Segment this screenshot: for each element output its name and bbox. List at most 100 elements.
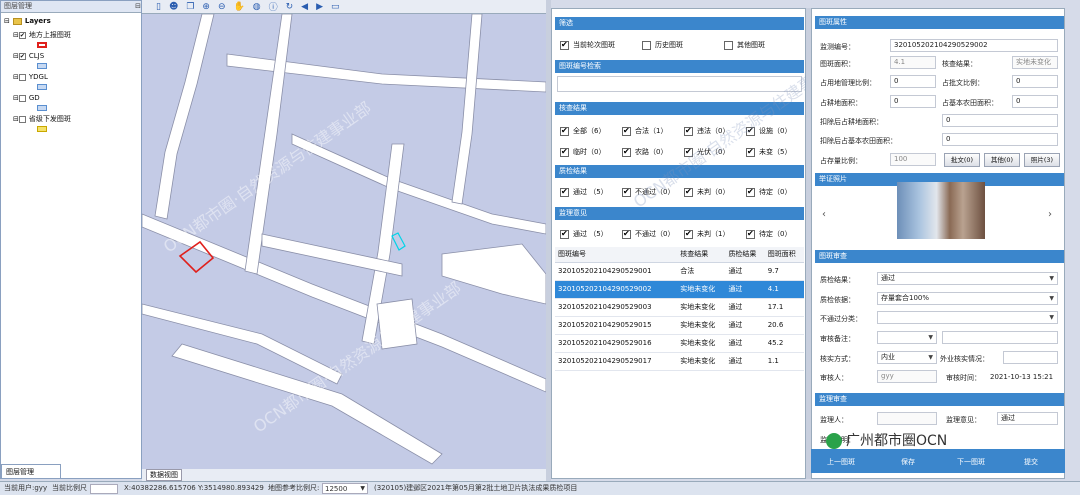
checkbox-box[interactable] xyxy=(684,229,693,239)
table-header[interactable]: 图斑面积 xyxy=(764,247,804,263)
checkbox-box[interactable] xyxy=(622,147,631,157)
table-row[interactable]: 320105202104290529016 实地未变化 通过 45.2 xyxy=(555,334,804,353)
fullscreen-icon[interactable]: ▭ xyxy=(331,2,340,12)
forward-icon[interactable]: ▶ xyxy=(316,2,323,12)
approval-button[interactable]: 批文(0) xyxy=(944,153,980,167)
basis-select[interactable]: 存量套合100% ▼ xyxy=(877,292,1058,305)
table-row[interactable]: 320105202104290529001 合法 通过 9.7 xyxy=(555,262,804,281)
table-row[interactable]: 320105202104290529002 实地未变化 通过 4.1 xyxy=(555,280,804,299)
land-ratio-field[interactable]: 0 xyxy=(890,75,936,88)
filter-checkbox[interactable]: 历史图斑 xyxy=(642,39,683,51)
layer-item[interactable]: ⊟ ✔ CLJS xyxy=(13,50,44,62)
deduct-farmland-field[interactable]: 0 xyxy=(942,114,1058,127)
user-icon[interactable]: ☻ xyxy=(169,2,178,12)
map-view[interactable]: OCN都市圈·自然资源与住建事业部 OCN都市圈·自然资源与住建事业部 xyxy=(142,14,546,469)
checkbox-box[interactable] xyxy=(684,126,693,136)
basic-area-field[interactable]: 0 xyxy=(1012,95,1058,108)
filter-checkbox[interactable]: 光伏（0） xyxy=(684,146,729,158)
checkbox-box[interactable] xyxy=(724,40,733,50)
checkbox-box[interactable] xyxy=(622,126,631,136)
checkbox-box[interactable] xyxy=(684,147,693,157)
area-field[interactable]: 4.1 xyxy=(890,56,936,69)
layer-item[interactable]: ⊟ 省级下发图斑 xyxy=(13,113,71,125)
checkbox-box[interactable] xyxy=(560,126,569,136)
tab-layer-manager[interactable]: 图层管理 xyxy=(1,464,61,478)
photo-button[interactable]: 照片(3) xyxy=(1024,153,1060,167)
field-input[interactable] xyxy=(1003,351,1058,364)
checkbox-box[interactable] xyxy=(746,187,755,197)
filter-checkbox[interactable]: 待定（0） xyxy=(746,228,791,240)
layer-item[interactable]: ⊟ ✔ 地方上报图斑 xyxy=(13,29,71,41)
pin-icon[interactable]: ⊟ xyxy=(135,1,141,12)
back-icon[interactable]: ◀ xyxy=(301,2,308,12)
layer-item[interactable]: ⊟ YDGL xyxy=(13,71,48,83)
pan-icon[interactable]: ✋ xyxy=(234,2,245,12)
deduct-basic-field[interactable]: 0 xyxy=(942,133,1058,146)
table-row[interactable]: 320105202104290529017 实地未变化 通过 1.1 xyxy=(555,352,804,371)
globe-icon[interactable]: ◍ xyxy=(253,2,261,12)
filter-checkbox[interactable]: 临时（0） xyxy=(560,146,605,158)
verify-select[interactable]: 内业 ▼ xyxy=(877,351,937,364)
filter-checkbox[interactable]: 未变（5） xyxy=(746,146,791,158)
filter-checkbox[interactable]: 其他图斑 xyxy=(724,39,765,51)
check-field[interactable]: 实地未变化 xyxy=(1012,56,1058,69)
filter-checkbox[interactable]: 不通过（0） xyxy=(622,228,674,240)
prev-parcel-button[interactable]: 上一图斑 xyxy=(821,455,861,469)
checkbox-box[interactable] xyxy=(684,187,693,197)
reviewer-field[interactable]: gyy xyxy=(877,370,937,383)
layer-checkbox[interactable] xyxy=(18,73,26,81)
filter-checkbox[interactable]: 合法（1） xyxy=(622,125,667,137)
table-header[interactable]: 质检结果 xyxy=(725,247,765,263)
layer-checkbox[interactable] xyxy=(18,115,26,123)
save-button[interactable]: 保存 xyxy=(888,455,928,469)
stock-ratio-field[interactable]: 100 xyxy=(890,153,936,166)
ref-scale-select[interactable]: 12500 ▼ xyxy=(322,483,368,494)
filter-checkbox[interactable]: 当前轮次图斑 xyxy=(560,39,615,51)
checkbox-box[interactable] xyxy=(746,147,755,157)
fail-select[interactable]: ▼ xyxy=(877,311,1058,324)
scale-input[interactable] xyxy=(90,484,118,494)
opinion-select[interactable]: 通过 xyxy=(997,412,1058,425)
zoom-out-icon[interactable]: ⊖ xyxy=(218,2,226,12)
submit-button[interactable]: 提交 xyxy=(1011,455,1051,469)
filter-checkbox[interactable]: 农路（0） xyxy=(622,146,667,158)
table-row[interactable]: 320105202104290529015 实地未变化 通过 20.6 xyxy=(555,316,804,335)
filter-checkbox[interactable]: 设施（0） xyxy=(746,125,791,137)
farmland-area-field[interactable]: 0 xyxy=(890,95,936,108)
checkbox-box[interactable] xyxy=(560,147,569,157)
filter-checkbox[interactable]: 不通过（0） xyxy=(622,186,674,198)
prev-photo-icon[interactable]: ‹ xyxy=(822,209,826,220)
note-select[interactable]: ▼ xyxy=(877,331,937,344)
table-header[interactable]: 核查结果 xyxy=(677,247,726,263)
page-icon[interactable]: ▯ xyxy=(156,2,161,12)
quality-select[interactable]: 通过 ▼ xyxy=(877,272,1058,285)
layer-checkbox[interactable]: ✔ xyxy=(18,31,26,39)
filter-checkbox[interactable]: 通过 （5） xyxy=(560,186,608,198)
layer-checkbox[interactable]: ✔ xyxy=(18,52,26,60)
filter-checkbox[interactable]: 待定（0） xyxy=(746,186,791,198)
parcel-cyan[interactable] xyxy=(391,232,406,251)
table-header[interactable]: 图斑编号 xyxy=(555,247,678,263)
note-input[interactable] xyxy=(942,331,1058,344)
checkbox-box[interactable] xyxy=(560,187,569,197)
map-canvas[interactable] xyxy=(142,14,546,469)
layers-root[interactable]: ⊟ Layers xyxy=(4,15,51,27)
parcel-search-input[interactable] xyxy=(557,76,802,92)
checkbox-box[interactable] xyxy=(746,229,755,239)
checkbox-box[interactable] xyxy=(622,187,631,197)
checkbox-box[interactable] xyxy=(560,229,569,239)
checkbox-box[interactable] xyxy=(560,40,569,50)
filter-checkbox[interactable]: 未判（1） xyxy=(684,228,729,240)
next-photo-icon[interactable]: › xyxy=(1048,209,1052,220)
layer-item[interactable]: ⊟ GD xyxy=(13,92,40,104)
zoom-in-icon[interactable]: ⊕ xyxy=(202,2,210,12)
table-row[interactable]: 320105202104290529003 实地未变化 通过 17.1 xyxy=(555,298,804,317)
filter-checkbox[interactable]: 全部（6） xyxy=(560,125,605,137)
monitor-no-field[interactable]: 320105202104290529002 xyxy=(890,39,1058,52)
next-parcel-button[interactable]: 下一图斑 xyxy=(951,455,991,469)
evidence-photo[interactable] xyxy=(897,182,985,239)
refresh-icon[interactable]: ↻ xyxy=(286,2,294,12)
checkbox-box[interactable] xyxy=(622,229,631,239)
copy-icon[interactable]: ❐ xyxy=(186,2,194,12)
approved-ratio-field[interactable]: 0 xyxy=(1012,75,1058,88)
